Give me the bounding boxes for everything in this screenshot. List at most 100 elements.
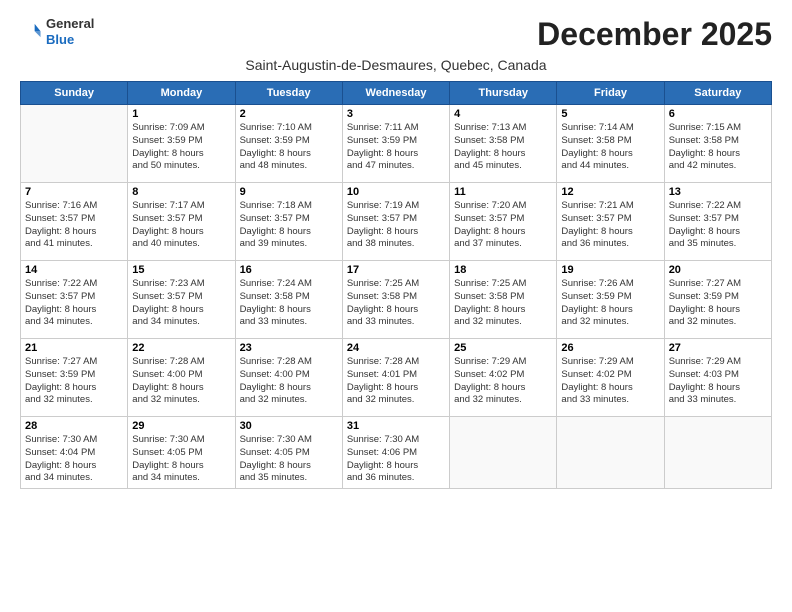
cell-info: Sunrise: 7:20 AM Sunset: 3:57 PM Dayligh…	[454, 200, 552, 251]
logo-icon	[20, 21, 42, 43]
date-number: 7	[25, 186, 123, 198]
calendar-cell	[664, 417, 771, 489]
date-number: 18	[454, 264, 552, 276]
column-header-sunday: Sunday	[21, 82, 128, 105]
week-row-3: 14 Sunrise: 7:22 AM Sunset: 3:57 PM Dayli…	[21, 261, 772, 339]
date-number: 8	[132, 186, 230, 198]
logo: General Blue	[20, 16, 94, 47]
cell-info: Sunrise: 7:18 AM Sunset: 3:57 PM Dayligh…	[240, 200, 338, 251]
date-number: 13	[669, 186, 767, 198]
cell-info: Sunrise: 7:24 AM Sunset: 3:58 PM Dayligh…	[240, 278, 338, 329]
calendar-cell	[450, 417, 557, 489]
calendar-cell: 6 Sunrise: 7:15 AM Sunset: 3:58 PM Daylig…	[664, 105, 771, 183]
cell-info: Sunrise: 7:30 AM Sunset: 4:05 PM Dayligh…	[132, 434, 230, 485]
cell-info: Sunrise: 7:28 AM Sunset: 4:00 PM Dayligh…	[132, 356, 230, 407]
date-number: 3	[347, 108, 445, 120]
cell-info: Sunrise: 7:17 AM Sunset: 3:57 PM Dayligh…	[132, 200, 230, 251]
cell-info: Sunrise: 7:15 AM Sunset: 3:58 PM Dayligh…	[669, 122, 767, 173]
date-number: 5	[561, 108, 659, 120]
date-number: 24	[347, 342, 445, 354]
date-number: 29	[132, 420, 230, 432]
date-number: 23	[240, 342, 338, 354]
column-header-monday: Monday	[128, 82, 235, 105]
calendar-cell: 7 Sunrise: 7:16 AM Sunset: 3:57 PM Daylig…	[21, 183, 128, 261]
cell-info: Sunrise: 7:29 AM Sunset: 4:02 PM Dayligh…	[561, 356, 659, 407]
cell-info: Sunrise: 7:23 AM Sunset: 3:57 PM Dayligh…	[132, 278, 230, 329]
calendar-cell: 25Sunrise: 7:29 AM Sunset: 4:02 PM Dayli…	[450, 339, 557, 417]
calendar-cell: 29 Sunrise: 7:30 AM Sunset: 4:05 PM Dayli…	[128, 417, 235, 489]
calendar-cell	[557, 417, 664, 489]
date-number: 6	[669, 108, 767, 120]
calendar-cell: 17 Sunrise: 7:25 AM Sunset: 3:58 PM Dayli…	[342, 261, 449, 339]
date-number: 17	[347, 264, 445, 276]
calendar-cell: 4 Sunrise: 7:13 AM Sunset: 3:58 PM Daylig…	[450, 105, 557, 183]
calendar-cell: 2 Sunrise: 7:10 AM Sunset: 3:59 PM Daylig…	[235, 105, 342, 183]
cell-info: Sunrise: 7:11 AM Sunset: 3:59 PM Dayligh…	[347, 122, 445, 173]
calendar-cell: 24Sunrise: 7:28 AM Sunset: 4:01 PM Dayli…	[342, 339, 449, 417]
date-number: 22	[132, 342, 230, 354]
calendar-cell: 31 Sunrise: 7:30 AM Sunset: 4:06 PM Dayli…	[342, 417, 449, 489]
calendar-cell: 3 Sunrise: 7:11 AM Sunset: 3:59 PM Daylig…	[342, 105, 449, 183]
calendar-cell: 14 Sunrise: 7:22 AM Sunset: 3:57 PM Dayli…	[21, 261, 128, 339]
calendar-cell: 18 Sunrise: 7:25 AM Sunset: 3:58 PM Dayli…	[450, 261, 557, 339]
logo-general: General	[46, 16, 94, 31]
date-number: 30	[240, 420, 338, 432]
calendar-cell: 19Sunrise: 7:26 AM Sunset: 3:59 PM Dayli…	[557, 261, 664, 339]
header-row: SundayMondayTuesdayWednesdayThursdayFrid…	[21, 82, 772, 105]
column-header-friday: Friday	[557, 82, 664, 105]
column-header-thursday: Thursday	[450, 82, 557, 105]
date-number: 11	[454, 186, 552, 198]
calendar-cell: 5Sunrise: 7:14 AM Sunset: 3:58 PM Daylig…	[557, 105, 664, 183]
calendar-cell: 23 Sunrise: 7:28 AM Sunset: 4:00 PM Dayli…	[235, 339, 342, 417]
date-number: 25	[454, 342, 552, 354]
calendar-cell: 15 Sunrise: 7:23 AM Sunset: 3:57 PM Dayli…	[128, 261, 235, 339]
page-subtitle: Saint-Augustin-de-Desmaures, Quebec, Can…	[20, 57, 772, 73]
cell-info: Sunrise: 7:25 AM Sunset: 3:58 PM Dayligh…	[454, 278, 552, 329]
calendar-cell: 27 Sunrise: 7:29 AM Sunset: 4:03 PM Dayli…	[664, 339, 771, 417]
calendar-cell: 21Sunrise: 7:27 AM Sunset: 3:59 PM Dayli…	[21, 339, 128, 417]
date-number: 4	[454, 108, 552, 120]
week-row-2: 7 Sunrise: 7:16 AM Sunset: 3:57 PM Daylig…	[21, 183, 772, 261]
calendar-cell: 12 Sunrise: 7:21 AM Sunset: 3:57 PM Dayli…	[557, 183, 664, 261]
cell-info: Sunrise: 7:26 AM Sunset: 3:59 PM Dayligh…	[561, 278, 659, 329]
cell-info: Sunrise: 7:27 AM Sunset: 3:59 PM Dayligh…	[669, 278, 767, 329]
calendar-cell: 11 Sunrise: 7:20 AM Sunset: 3:57 PM Dayli…	[450, 183, 557, 261]
cell-info: Sunrise: 7:16 AM Sunset: 3:57 PM Dayligh…	[25, 200, 123, 251]
date-number: 20	[669, 264, 767, 276]
cell-info: Sunrise: 7:25 AM Sunset: 3:58 PM Dayligh…	[347, 278, 445, 329]
cell-info: Sunrise: 7:21 AM Sunset: 3:57 PM Dayligh…	[561, 200, 659, 251]
week-row-1: 1Sunrise: 7:09 AM Sunset: 3:59 PM Daylig…	[21, 105, 772, 183]
date-number: 10	[347, 186, 445, 198]
page-container: General Blue December 2025 Saint-Augusti…	[0, 0, 792, 501]
date-number: 16	[240, 264, 338, 276]
column-header-tuesday: Tuesday	[235, 82, 342, 105]
cell-info: Sunrise: 7:28 AM Sunset: 4:00 PM Dayligh…	[240, 356, 338, 407]
date-number: 26	[561, 342, 659, 354]
cell-info: Sunrise: 7:22 AM Sunset: 3:57 PM Dayligh…	[25, 278, 123, 329]
column-header-saturday: Saturday	[664, 82, 771, 105]
date-number: 12	[561, 186, 659, 198]
date-number: 27	[669, 342, 767, 354]
calendar-cell: 28Sunrise: 7:30 AM Sunset: 4:04 PM Dayli…	[21, 417, 128, 489]
column-header-wednesday: Wednesday	[342, 82, 449, 105]
date-number: 14	[25, 264, 123, 276]
cell-info: Sunrise: 7:27 AM Sunset: 3:59 PM Dayligh…	[25, 356, 123, 407]
cell-info: Sunrise: 7:10 AM Sunset: 3:59 PM Dayligh…	[240, 122, 338, 173]
week-row-5: 28Sunrise: 7:30 AM Sunset: 4:04 PM Dayli…	[21, 417, 772, 489]
calendar-cell: 9 Sunrise: 7:18 AM Sunset: 3:57 PM Daylig…	[235, 183, 342, 261]
logo-blue: Blue	[46, 32, 74, 47]
date-number: 9	[240, 186, 338, 198]
date-number: 15	[132, 264, 230, 276]
calendar-cell: 30Sunrise: 7:30 AM Sunset: 4:05 PM Dayli…	[235, 417, 342, 489]
calendar-cell	[21, 105, 128, 183]
cell-info: Sunrise: 7:30 AM Sunset: 4:06 PM Dayligh…	[347, 434, 445, 485]
calendar-table: SundayMondayTuesdayWednesdayThursdayFrid…	[20, 81, 772, 489]
cell-info: Sunrise: 7:29 AM Sunset: 4:03 PM Dayligh…	[669, 356, 767, 407]
week-row-4: 21Sunrise: 7:27 AM Sunset: 3:59 PM Dayli…	[21, 339, 772, 417]
date-number: 31	[347, 420, 445, 432]
calendar-cell: 13Sunrise: 7:22 AM Sunset: 3:57 PM Dayli…	[664, 183, 771, 261]
date-number: 2	[240, 108, 338, 120]
cell-info: Sunrise: 7:13 AM Sunset: 3:58 PM Dayligh…	[454, 122, 552, 173]
calendar-cell: 26 Sunrise: 7:29 AM Sunset: 4:02 PM Dayli…	[557, 339, 664, 417]
calendar-cell: 8 Sunrise: 7:17 AM Sunset: 3:57 PM Daylig…	[128, 183, 235, 261]
